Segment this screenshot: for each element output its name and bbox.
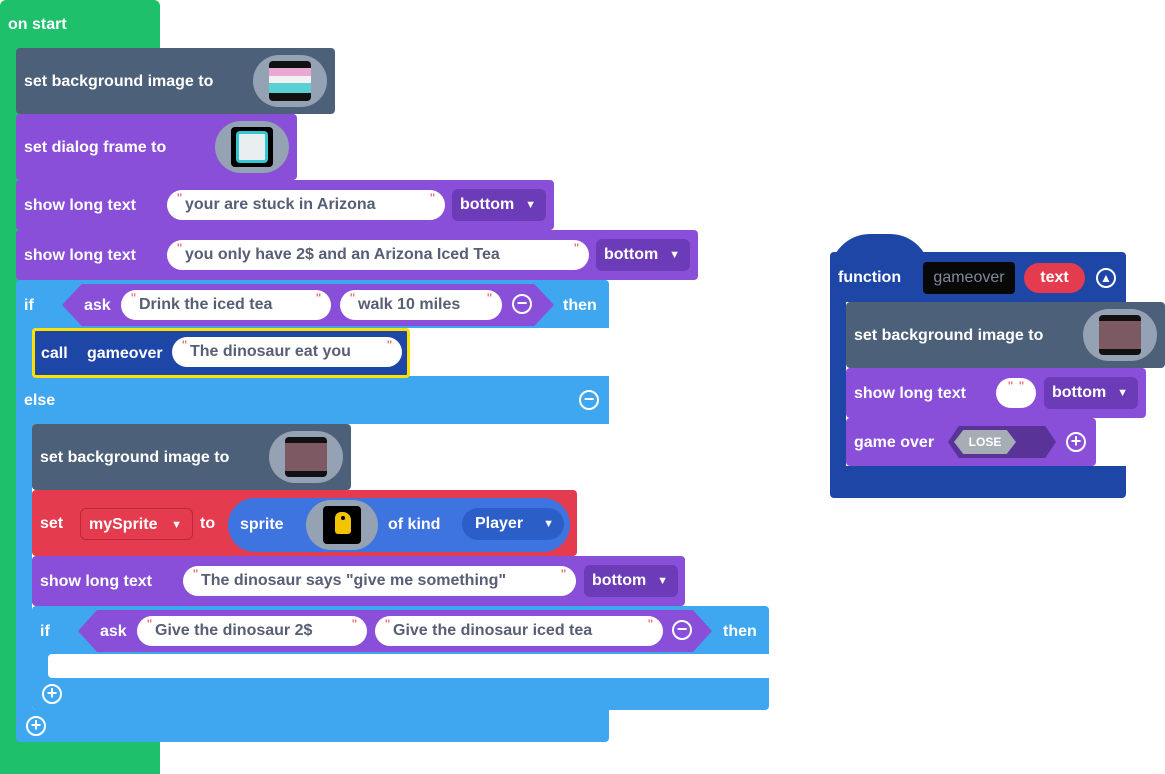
minus-icon[interactable]: − xyxy=(672,620,692,640)
ask-option-a-input[interactable]: " Give the dinosaur 2$ " xyxy=(137,616,367,646)
image-thumbnail-icon xyxy=(269,61,311,101)
show-long-text-block[interactable]: show long text " your are stuck in Arizon… xyxy=(16,180,554,230)
sprite-image-picker[interactable] xyxy=(306,500,378,550)
of-kind-label: of kind xyxy=(388,516,441,533)
set-background-image-block[interactable]: set background image to xyxy=(32,424,351,490)
position-value: bottom xyxy=(460,196,515,213)
function-name: gameover xyxy=(933,269,1005,286)
set-background-image-block[interactable]: set background image to xyxy=(846,302,1165,368)
set-background-image-label: set background image to xyxy=(24,73,214,90)
show-long-text-label: show long text xyxy=(854,385,966,402)
game-over-block[interactable]: game over LOSE + xyxy=(846,418,1096,466)
dropdown-arrow-icon: ▼ xyxy=(525,199,536,211)
text-input[interactable]: " The dinosaur says "give me something" " xyxy=(183,566,576,596)
then-label: then xyxy=(563,297,597,314)
background-image-picker[interactable] xyxy=(1083,309,1157,361)
text-value: you only have 2$ and an Arizona Iced Tea xyxy=(185,246,500,263)
variable-value: mySprite xyxy=(89,516,158,533)
sprite-of-kind-reporter[interactable]: sprite of kind Player ▼ xyxy=(228,498,570,552)
set-dialog-frame-label: set dialog frame to xyxy=(24,139,167,156)
image-thumbnail-icon xyxy=(285,437,327,477)
plus-icon[interactable]: + xyxy=(42,684,62,704)
position-dropdown[interactable]: bottom ▼ xyxy=(596,239,690,271)
then-label: then xyxy=(723,623,757,640)
function-name: gameover xyxy=(87,345,163,362)
variable-dropdown[interactable]: mySprite ▼ xyxy=(80,508,193,540)
dropdown-arrow-icon: ▼ xyxy=(669,249,680,261)
if-label: if xyxy=(40,623,50,640)
show-long-text-label: show long text xyxy=(24,197,136,214)
position-value: bottom xyxy=(592,572,647,589)
kind-dropdown[interactable]: Player ▼ xyxy=(462,508,564,540)
plus-icon[interactable]: + xyxy=(1066,432,1086,452)
else-label: else xyxy=(24,392,56,409)
sprite-label: sprite xyxy=(240,516,284,533)
ask-option-a-input[interactable]: " Drink the iced tea " xyxy=(121,290,331,320)
ask-option-a: Drink the iced tea xyxy=(139,296,273,313)
lose-value-field[interactable]: LOSE xyxy=(954,430,1016,454)
set-background-image-label: set background image to xyxy=(40,449,230,466)
plus-icon[interactable]: + xyxy=(26,716,46,736)
text-input[interactable]: " " xyxy=(996,378,1036,408)
ask-option-b: walk 10 miles xyxy=(358,296,461,313)
text-value: your are stuck in Arizona xyxy=(185,196,376,213)
dropdown-arrow-icon: ▼ xyxy=(657,575,668,587)
minus-icon[interactable]: − xyxy=(512,294,532,314)
call-argument-input[interactable]: " The dinosaur eat you " xyxy=(172,337,402,367)
function-name-field[interactable]: gameover xyxy=(923,262,1015,294)
text-value: The dinosaur says "give me something" xyxy=(201,572,507,589)
position-value: bottom xyxy=(1052,384,1107,401)
show-long-text-label: show long text xyxy=(24,247,136,264)
ask-option-b-input[interactable]: " walk 10 miles " xyxy=(340,290,502,320)
to-label: to xyxy=(200,515,216,532)
dropdown-arrow-icon: ▼ xyxy=(171,519,182,531)
text-input[interactable]: " your are stuck in Arizona " xyxy=(167,190,445,220)
set-sprite-block[interactable]: set mySprite ▼ to sprite of kind Player ▼ xyxy=(32,490,577,556)
dinosaur-sprite-icon xyxy=(323,506,361,544)
minus-icon[interactable]: − xyxy=(579,390,599,410)
show-long-text-label: show long text xyxy=(40,573,152,590)
kind-value: Player xyxy=(475,515,524,532)
background-image-picker[interactable] xyxy=(253,55,327,107)
set-background-image-label: set background image to xyxy=(854,327,1044,344)
collapse-up-icon[interactable]: ▲ xyxy=(1096,268,1116,288)
call-argument: The dinosaur eat you xyxy=(190,343,351,360)
show-long-text-block[interactable]: show long text " The dinosaur says "give … xyxy=(32,556,685,606)
ask-label: ask xyxy=(100,623,127,640)
position-dropdown[interactable]: bottom ▼ xyxy=(584,565,678,597)
on-start-label: on start xyxy=(8,16,67,33)
ask-option-b-input[interactable]: " Give the dinosaur iced tea " xyxy=(375,616,663,646)
position-value: bottom xyxy=(604,246,659,263)
ask-option-a: Give the dinosaur 2$ xyxy=(155,622,313,639)
text-input[interactable]: " you only have 2$ and an Arizona Iced Te… xyxy=(167,240,589,270)
game-over-label: game over xyxy=(854,434,935,451)
position-dropdown[interactable]: bottom ▼ xyxy=(452,189,546,221)
set-label: set xyxy=(40,515,64,532)
set-background-image-block[interactable]: set background image to xyxy=(16,48,335,114)
function-label: function xyxy=(838,269,902,286)
background-image-picker[interactable] xyxy=(269,431,343,483)
dropdown-arrow-icon: ▼ xyxy=(543,518,554,530)
dropdown-arrow-icon: ▼ xyxy=(1117,387,1128,399)
lose-value: LOSE xyxy=(968,435,1002,449)
ask-option-b: Give the dinosaur iced tea xyxy=(393,622,593,639)
param-text: text xyxy=(1040,269,1069,286)
if-label: if xyxy=(24,297,34,314)
image-thumbnail-icon xyxy=(1099,315,1141,355)
position-dropdown[interactable]: bottom ▼ xyxy=(1044,377,1138,409)
param-text-reporter[interactable]: text xyxy=(1024,263,1085,293)
set-dialog-frame-block[interactable]: set dialog frame to xyxy=(16,114,297,180)
dialog-frame-picker[interactable] xyxy=(215,121,289,173)
ask-label: ask xyxy=(84,297,111,314)
image-thumbnail-icon xyxy=(231,127,273,167)
show-long-text-block[interactable]: show long text " " bottom ▼ xyxy=(846,368,1146,418)
show-long-text-block[interactable]: show long text " you only have 2$ and an … xyxy=(16,230,698,280)
call-function-block[interactable]: call gameover " The dinosaur eat you " xyxy=(32,328,410,378)
call-label: call xyxy=(41,345,68,362)
